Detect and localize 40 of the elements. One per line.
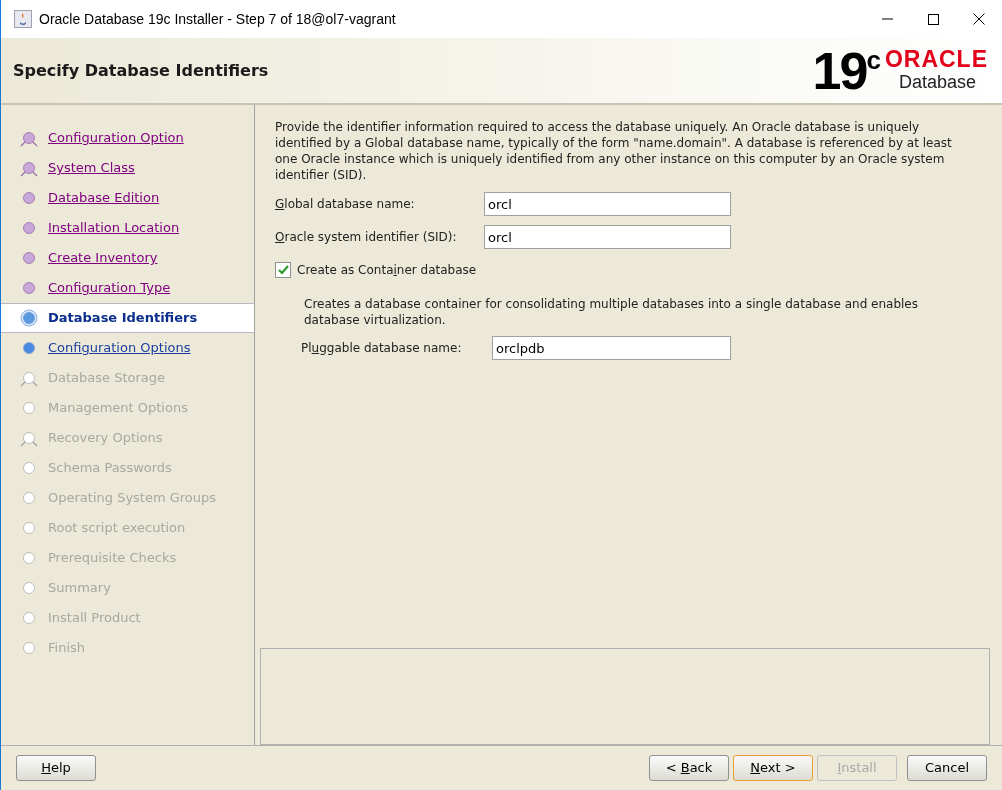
- step-label[interactable]: Create Inventory: [48, 248, 158, 268]
- app-icon: [14, 10, 32, 28]
- step-label[interactable]: Installation Location: [48, 218, 180, 238]
- check-icon: [277, 265, 289, 275]
- field-label: Global database name:: [275, 196, 416, 213]
- step-label[interactable]: Configuration Option: [48, 128, 184, 148]
- maximize-icon: [927, 13, 939, 25]
- dialog-button[interactable]: Next >: [733, 755, 813, 781]
- window-title: Oracle Database 19c Installer - Step 7 of 18@ol7-vagrant: [39, 9, 396, 29]
- dialog-button[interactable]: Cancel: [907, 755, 987, 781]
- step-item[interactable]: Database Edition: [1, 183, 254, 213]
- step-label[interactable]: Configuration Type: [48, 278, 171, 298]
- text-field[interactable]: orcl: [484, 225, 731, 249]
- step-label[interactable]: Configuration Options: [48, 338, 191, 358]
- step-label[interactable]: Database Identifiers: [48, 308, 198, 328]
- field-label: Pluggable database name:: [301, 340, 463, 357]
- container-checkbox[interactable]: [275, 262, 291, 278]
- step-item[interactable]: Configuration Type: [1, 273, 254, 303]
- step-label[interactable]: System Class: [48, 158, 135, 178]
- container-description: Creates a database container for consolidating multiple databases into a single database and enables database virtualization.: [304, 296, 919, 328]
- step-item[interactable]: Create Inventory: [1, 243, 254, 273]
- checkbox-label[interactable]: Create as Container database: [297, 261, 477, 279]
- step-item[interactable]: System Class: [1, 153, 254, 183]
- text-field[interactable]: orclpdb: [492, 336, 731, 360]
- close-icon: [973, 13, 985, 25]
- selected-step[interactable]: Database Identifiers: [1, 303, 254, 333]
- step-item[interactable]: Configuration Options: [1, 333, 254, 363]
- step-label[interactable]: Database Edition: [48, 188, 160, 208]
- step-item[interactable]: Configuration Option: [1, 123, 254, 153]
- logo-version: 19$^{c}$: [812, 44, 879, 97]
- dialog-button[interactable]: Help: [16, 755, 96, 781]
- description-text: Provide the identifier information required to access the database uniquely. An Oracle database is uniquely identified by a Global database name, typically of the form "name.domain". A database is referenced by at least one Oracle instance which is uniquely identified from any other instance on this computer by an Oracle system identifier (SID).: [275, 119, 953, 183]
- logo-brand: ORACLE: [884, 47, 988, 71]
- step-item[interactable]: Installation Location: [1, 213, 254, 243]
- page-title: Specify Database Identifiers: [13, 59, 269, 82]
- text-field[interactable]: orcl: [484, 192, 731, 216]
- dialog-button[interactable]: < Back: [649, 755, 729, 781]
- minimize-icon: [881, 18, 893, 20]
- field-label: Oracle system identifier (SID):: [275, 229, 458, 246]
- logo-product: Database: [898, 70, 976, 94]
